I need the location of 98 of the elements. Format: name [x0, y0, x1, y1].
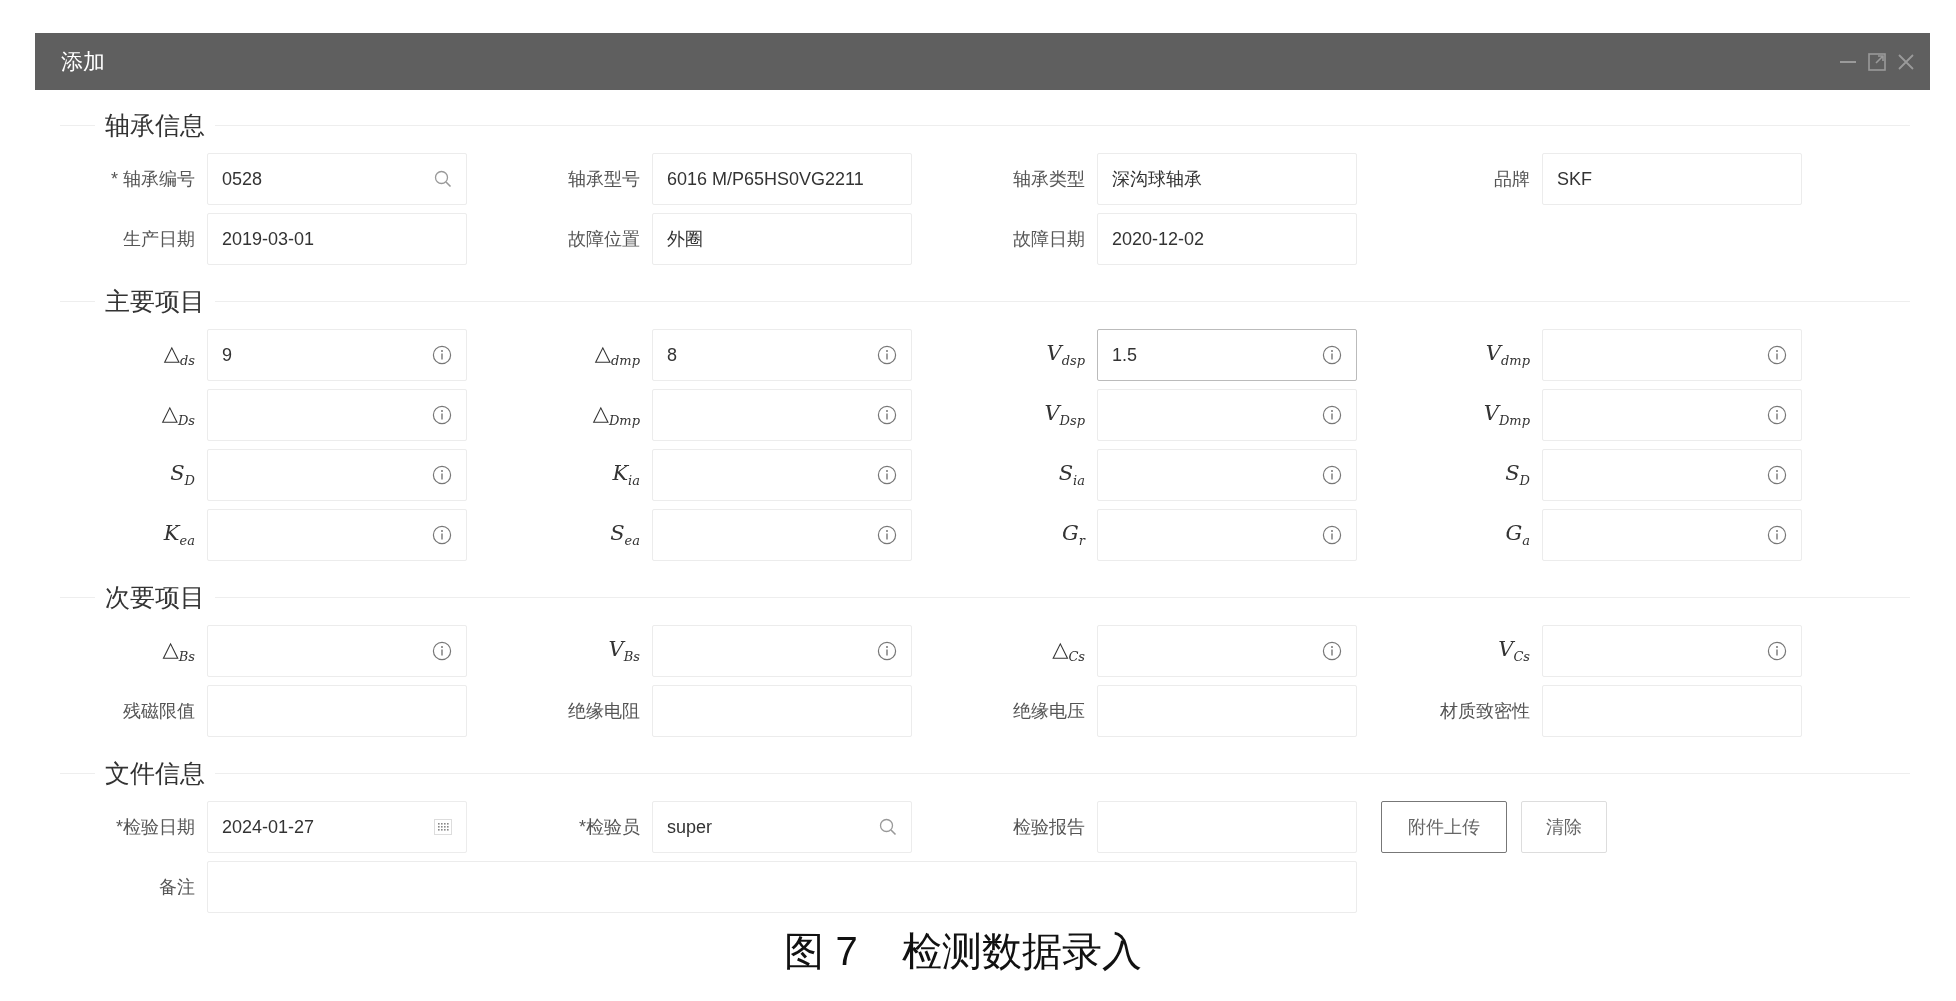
calendar-icon[interactable] [434, 819, 452, 835]
field-label: K$_{ia}$ [611, 461, 640, 489]
figure-caption: 检测数据录入 [901, 928, 1142, 975]
info-icon[interactable] [1767, 525, 1787, 545]
info-icon[interactable] [1767, 641, 1787, 661]
info-icon[interactable] [1322, 525, 1342, 545]
field-label: △$_{Bs}$ [161, 637, 195, 665]
input-field[interactable]: 0528 [207, 153, 467, 205]
field-label: 备注 [158, 876, 195, 899]
action-button[interactable]: 清除 [1521, 801, 1607, 853]
info-icon[interactable] [432, 465, 452, 485]
input-field[interactable] [1542, 625, 1802, 677]
maximize-icon[interactable] [1868, 52, 1886, 71]
info-icon[interactable] [1322, 641, 1342, 661]
input-field[interactable]: 8 [652, 329, 912, 381]
info-icon[interactable] [1767, 405, 1787, 425]
field-label: △$_{dmp}$ [593, 341, 640, 369]
input-field[interactable] [1542, 389, 1802, 441]
section-title: 轴承信息 [104, 109, 206, 141]
input-field[interactable]: 6016 M/P65HS0VG2211 [652, 153, 912, 205]
input-field[interactable]: 1.5 [1097, 329, 1357, 381]
input-field[interactable]: 2024-01-27 [207, 801, 467, 853]
input-field[interactable]: 9 [207, 329, 467, 381]
field-label: 品牌 [1493, 168, 1530, 191]
field-label: V$_{Cs}$ [1497, 637, 1530, 665]
info-icon[interactable] [1322, 465, 1342, 485]
input-field[interactable] [652, 449, 912, 501]
action-button[interactable]: 附件上传 [1381, 801, 1507, 853]
input-field[interactable]: 外圈 [652, 213, 912, 265]
close-icon[interactable] [1898, 53, 1914, 70]
info-icon[interactable] [877, 525, 897, 545]
field-label: 绝缘电压 [1012, 700, 1085, 723]
input-field[interactable]: super [652, 801, 912, 853]
input-field[interactable] [207, 389, 467, 441]
field-label: △$_{Ds}$ [160, 401, 195, 429]
input-field[interactable]: 深沟球轴承 [1097, 153, 1357, 205]
input-field[interactable] [1542, 509, 1802, 561]
window-title: 添加 [61, 47, 105, 76]
input-field[interactable] [207, 449, 467, 501]
input-field[interactable] [207, 509, 467, 561]
search-icon[interactable] [879, 818, 897, 836]
field-label: S$_{D}$ [169, 461, 195, 489]
input-field[interactable] [1097, 389, 1357, 441]
info-icon[interactable] [432, 345, 452, 365]
field-label: 故障日期 [1012, 228, 1085, 251]
info-icon[interactable] [432, 641, 452, 661]
info-icon[interactable] [1767, 345, 1787, 365]
section-title: 文件信息 [104, 757, 206, 789]
field-label: K$_{ea}$ [162, 521, 195, 549]
input-field[interactable] [1097, 509, 1357, 561]
field-label: 故障位置 [567, 228, 640, 251]
input-field[interactable]: SKF [1542, 153, 1802, 205]
field-label: *检验日期 [115, 816, 195, 839]
field-label: V$_{dsp}$ [1045, 341, 1085, 369]
field-label: 轴承型号 [567, 168, 640, 191]
field-label: V$_{Bs}$ [607, 637, 640, 665]
field-label: 轴承类型 [1012, 168, 1085, 191]
field-label: V$_{Dsp}$ [1043, 401, 1085, 429]
info-icon[interactable] [877, 405, 897, 425]
field-label: V$_{Dmp}$ [1482, 401, 1530, 429]
info-icon[interactable] [1767, 465, 1787, 485]
field-label: △$_{Cs}$ [1051, 637, 1085, 665]
field-label: 生产日期 [122, 228, 195, 251]
field-label: G$_{r}$ [1061, 521, 1085, 549]
figure-number: 图 7 [784, 928, 858, 975]
section-title: 次要项目 [104, 581, 206, 613]
field-label: V$_{dmp}$ [1484, 341, 1530, 369]
input-field[interactable] [1542, 329, 1802, 381]
input-field[interactable] [1542, 449, 1802, 501]
field-label: 残磁限值 [122, 700, 195, 723]
input-field[interactable] [652, 625, 912, 677]
input-field[interactable] [1097, 449, 1357, 501]
field-label: *检验员 [578, 816, 640, 839]
search-icon[interactable] [434, 170, 452, 188]
field-label: △$_{ds}$ [162, 341, 195, 369]
info-icon[interactable] [432, 525, 452, 545]
info-icon[interactable] [877, 345, 897, 365]
field-label: △$_{Dmp}$ [591, 401, 640, 429]
input-field[interactable] [1097, 625, 1357, 677]
section-title: 主要项目 [104, 285, 206, 317]
input-field[interactable] [652, 509, 912, 561]
input-field[interactable] [207, 625, 467, 677]
info-icon[interactable] [1322, 405, 1342, 425]
input-field[interactable]: 2020-12-02 [1097, 213, 1357, 265]
info-icon[interactable] [877, 465, 897, 485]
info-icon[interactable] [877, 641, 897, 661]
field-label: S$_{D}$ [1504, 461, 1530, 489]
field-label: S$_{ea}$ [609, 521, 640, 549]
field-label: 检验报告 [1012, 816, 1085, 839]
field-label: 材质致密性 [1439, 700, 1530, 723]
field-label: 绝缘电阻 [567, 700, 640, 723]
input-field[interactable] [652, 389, 912, 441]
field-label: G$_{a}$ [1504, 521, 1530, 549]
field-label: * 轴承编号 [110, 168, 195, 191]
field-label: S$_{ia}$ [1057, 461, 1085, 489]
info-icon[interactable] [1322, 345, 1342, 365]
input-field[interactable]: 2019-03-01 [207, 213, 467, 265]
info-icon[interactable] [432, 405, 452, 425]
